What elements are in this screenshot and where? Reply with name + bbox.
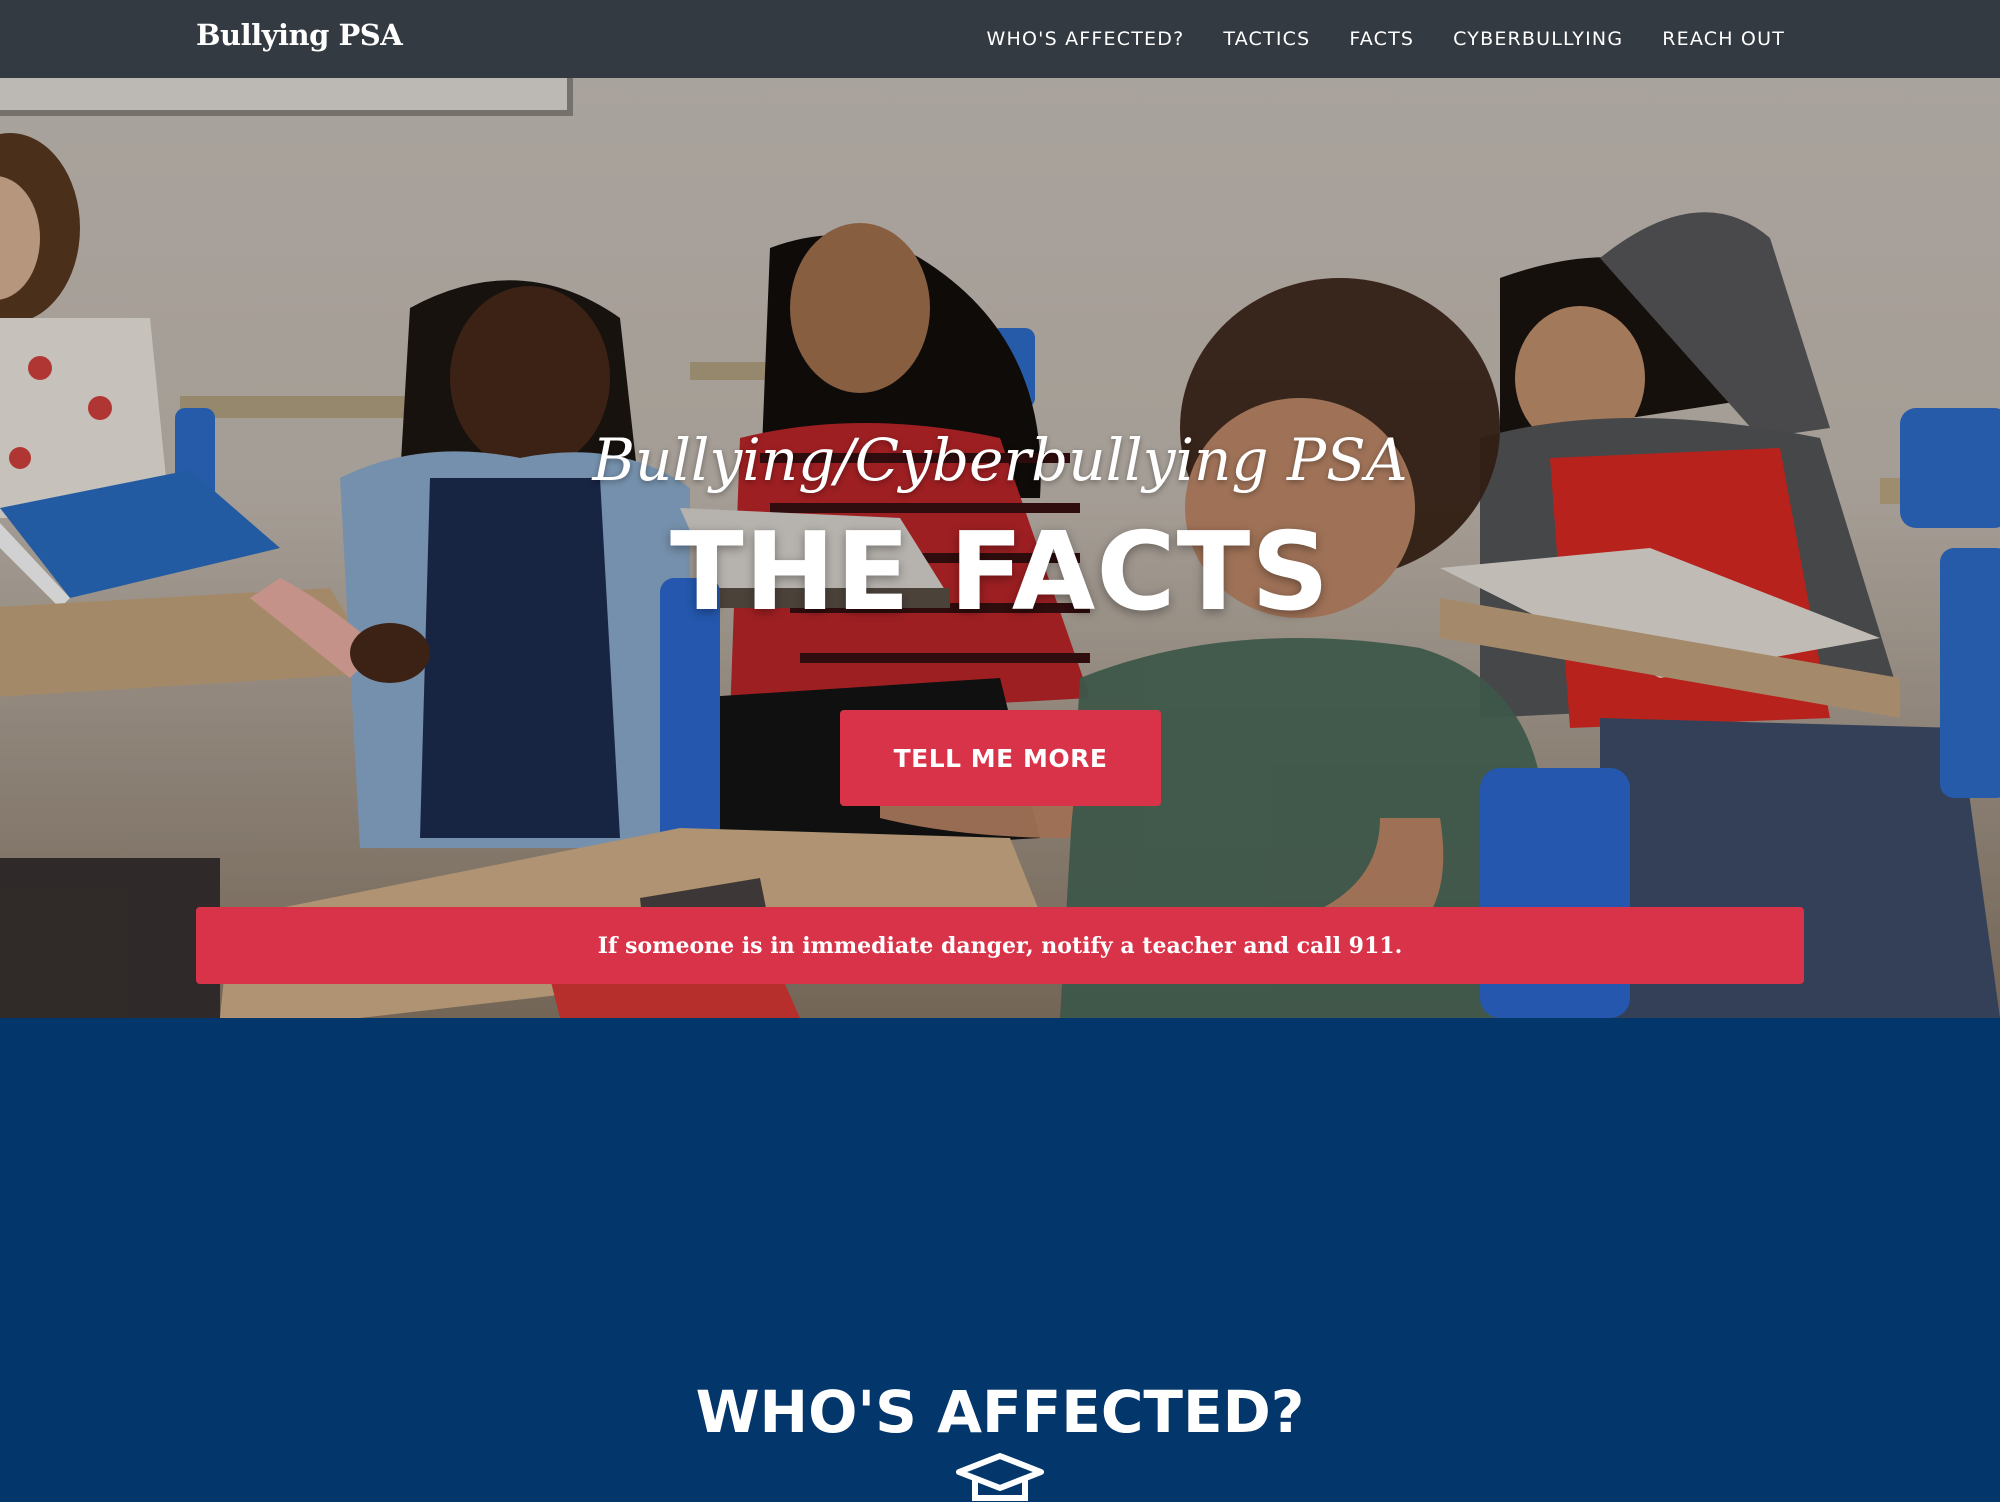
nav-menu: WHO'S AFFECTED? TACTICS FACTS CYBERBULLY…: [987, 0, 1785, 78]
hero-heading: THE FACTS: [669, 510, 1331, 635]
tell-me-more-button[interactable]: TELL ME MORE: [840, 710, 1161, 806]
hero-subheading: Bullying/Cyberbullying PSA: [592, 426, 1408, 494]
nav-link-cyberbullying[interactable]: CYBERBULLYING: [1453, 28, 1623, 50]
nav-link-tactics[interactable]: TACTICS: [1223, 28, 1310, 50]
nav-link-reach-out[interactable]: REACH OUT: [1662, 28, 1785, 50]
brand-link[interactable]: Bullying PSA: [196, 18, 403, 52]
emergency-alert-banner: If someone is in immediate danger, notif…: [196, 907, 1804, 984]
nav-link-facts[interactable]: FACTS: [1349, 28, 1414, 50]
emergency-alert-text: If someone is in immediate danger, notif…: [597, 932, 1403, 959]
top-navbar: Bullying PSA WHO'S AFFECTED? TACTICS FAC…: [0, 0, 2000, 78]
hero-section: Bullying/Cyberbullying PSA THE FACTS TEL…: [0, 78, 2000, 1018]
graduation-cap-icon: [956, 1453, 1044, 1501]
nav-link-whos-affected[interactable]: WHO'S AFFECTED?: [987, 28, 1185, 50]
section-heading: WHO'S AFFECTED?: [695, 1378, 1305, 1447]
